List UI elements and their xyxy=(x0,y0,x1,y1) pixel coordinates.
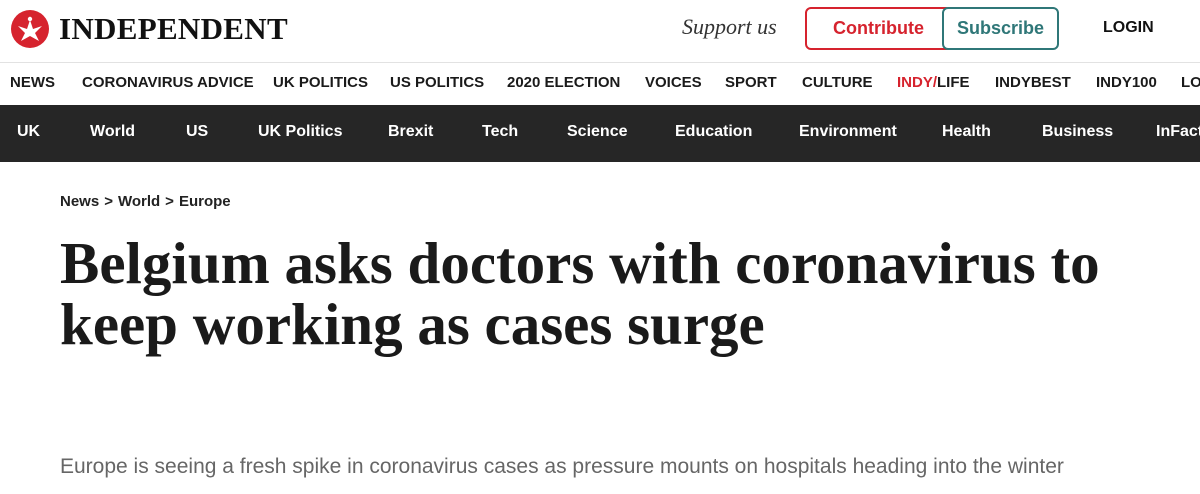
breadcrumb-europe[interactable]: Europe xyxy=(179,193,231,210)
section-nav-education[interactable]: Education xyxy=(675,123,752,141)
section-nav-uk[interactable]: UK xyxy=(17,123,40,141)
indy-life-prefix: INDY/ xyxy=(897,74,938,91)
primary-nav-sport[interactable]: SPORT xyxy=(725,74,777,91)
support-us-text: Support us xyxy=(682,14,777,39)
primary-nav-uk-politics[interactable]: UK POLITICS xyxy=(273,74,368,91)
section-nav-tech[interactable]: Tech xyxy=(482,123,518,141)
primary-nav-overflow-item[interactable]: LO xyxy=(1181,74,1200,91)
primary-nav-indy-life[interactable]: INDY/LIFE xyxy=(897,74,970,91)
article-standfirst: Europe is seeing a fresh spike in corona… xyxy=(60,455,1064,478)
breadcrumb: News > World > Europe xyxy=(60,193,231,210)
section-nav-world[interactable]: World xyxy=(90,123,135,141)
primary-nav: NEWS CORONAVIRUS ADVICE UK POLITICS US P… xyxy=(0,62,1200,105)
section-nav-infact[interactable]: InFact xyxy=(1156,123,1200,141)
subscribe-button[interactable]: Subscribe xyxy=(942,7,1059,50)
primary-nav-indybest[interactable]: INDYBEST xyxy=(995,74,1071,91)
contribute-button[interactable]: Contribute xyxy=(805,7,952,50)
site-header: INDEPENDENT Support us Contribute Subscr… xyxy=(0,0,1200,62)
site-logo[interactable]: INDEPENDENT xyxy=(10,9,288,49)
primary-nav-coronavirus-advice[interactable]: CORONAVIRUS ADVICE xyxy=(82,74,254,91)
section-nav-business[interactable]: Business xyxy=(1042,123,1113,141)
indy-life-suffix: LIFE xyxy=(937,74,970,91)
section-nav-environment[interactable]: Environment xyxy=(799,123,897,141)
section-nav-uk-politics[interactable]: UK Politics xyxy=(258,123,342,141)
logo-wordmark: INDEPENDENT xyxy=(59,11,288,46)
section-nav-brexit[interactable]: Brexit xyxy=(388,123,433,141)
eagle-logo-icon xyxy=(11,10,49,48)
section-nav-us[interactable]: US xyxy=(186,123,208,141)
breadcrumb-separator: > xyxy=(165,193,174,210)
primary-nav-2020-election[interactable]: 2020 ELECTION xyxy=(507,74,620,91)
article-headline: Belgium asks doctors with coronavirus to… xyxy=(60,230,1100,357)
login-link[interactable]: LOGIN xyxy=(1103,19,1154,37)
breadcrumb-separator: > xyxy=(104,193,113,210)
primary-nav-indy100[interactable]: INDY100 xyxy=(1096,74,1157,91)
primary-nav-news[interactable]: NEWS xyxy=(10,74,55,91)
primary-nav-culture[interactable]: CULTURE xyxy=(802,74,873,91)
primary-nav-us-politics[interactable]: US POLITICS xyxy=(390,74,484,91)
breadcrumb-world[interactable]: World xyxy=(118,193,160,210)
breadcrumb-news[interactable]: News xyxy=(60,193,99,210)
section-nav-health[interactable]: Health xyxy=(942,123,991,141)
primary-nav-voices[interactable]: VOICES xyxy=(645,74,702,91)
section-nav: UK World US UK Politics Brexit Tech Scie… xyxy=(0,105,1200,162)
section-nav-science[interactable]: Science xyxy=(567,123,627,141)
